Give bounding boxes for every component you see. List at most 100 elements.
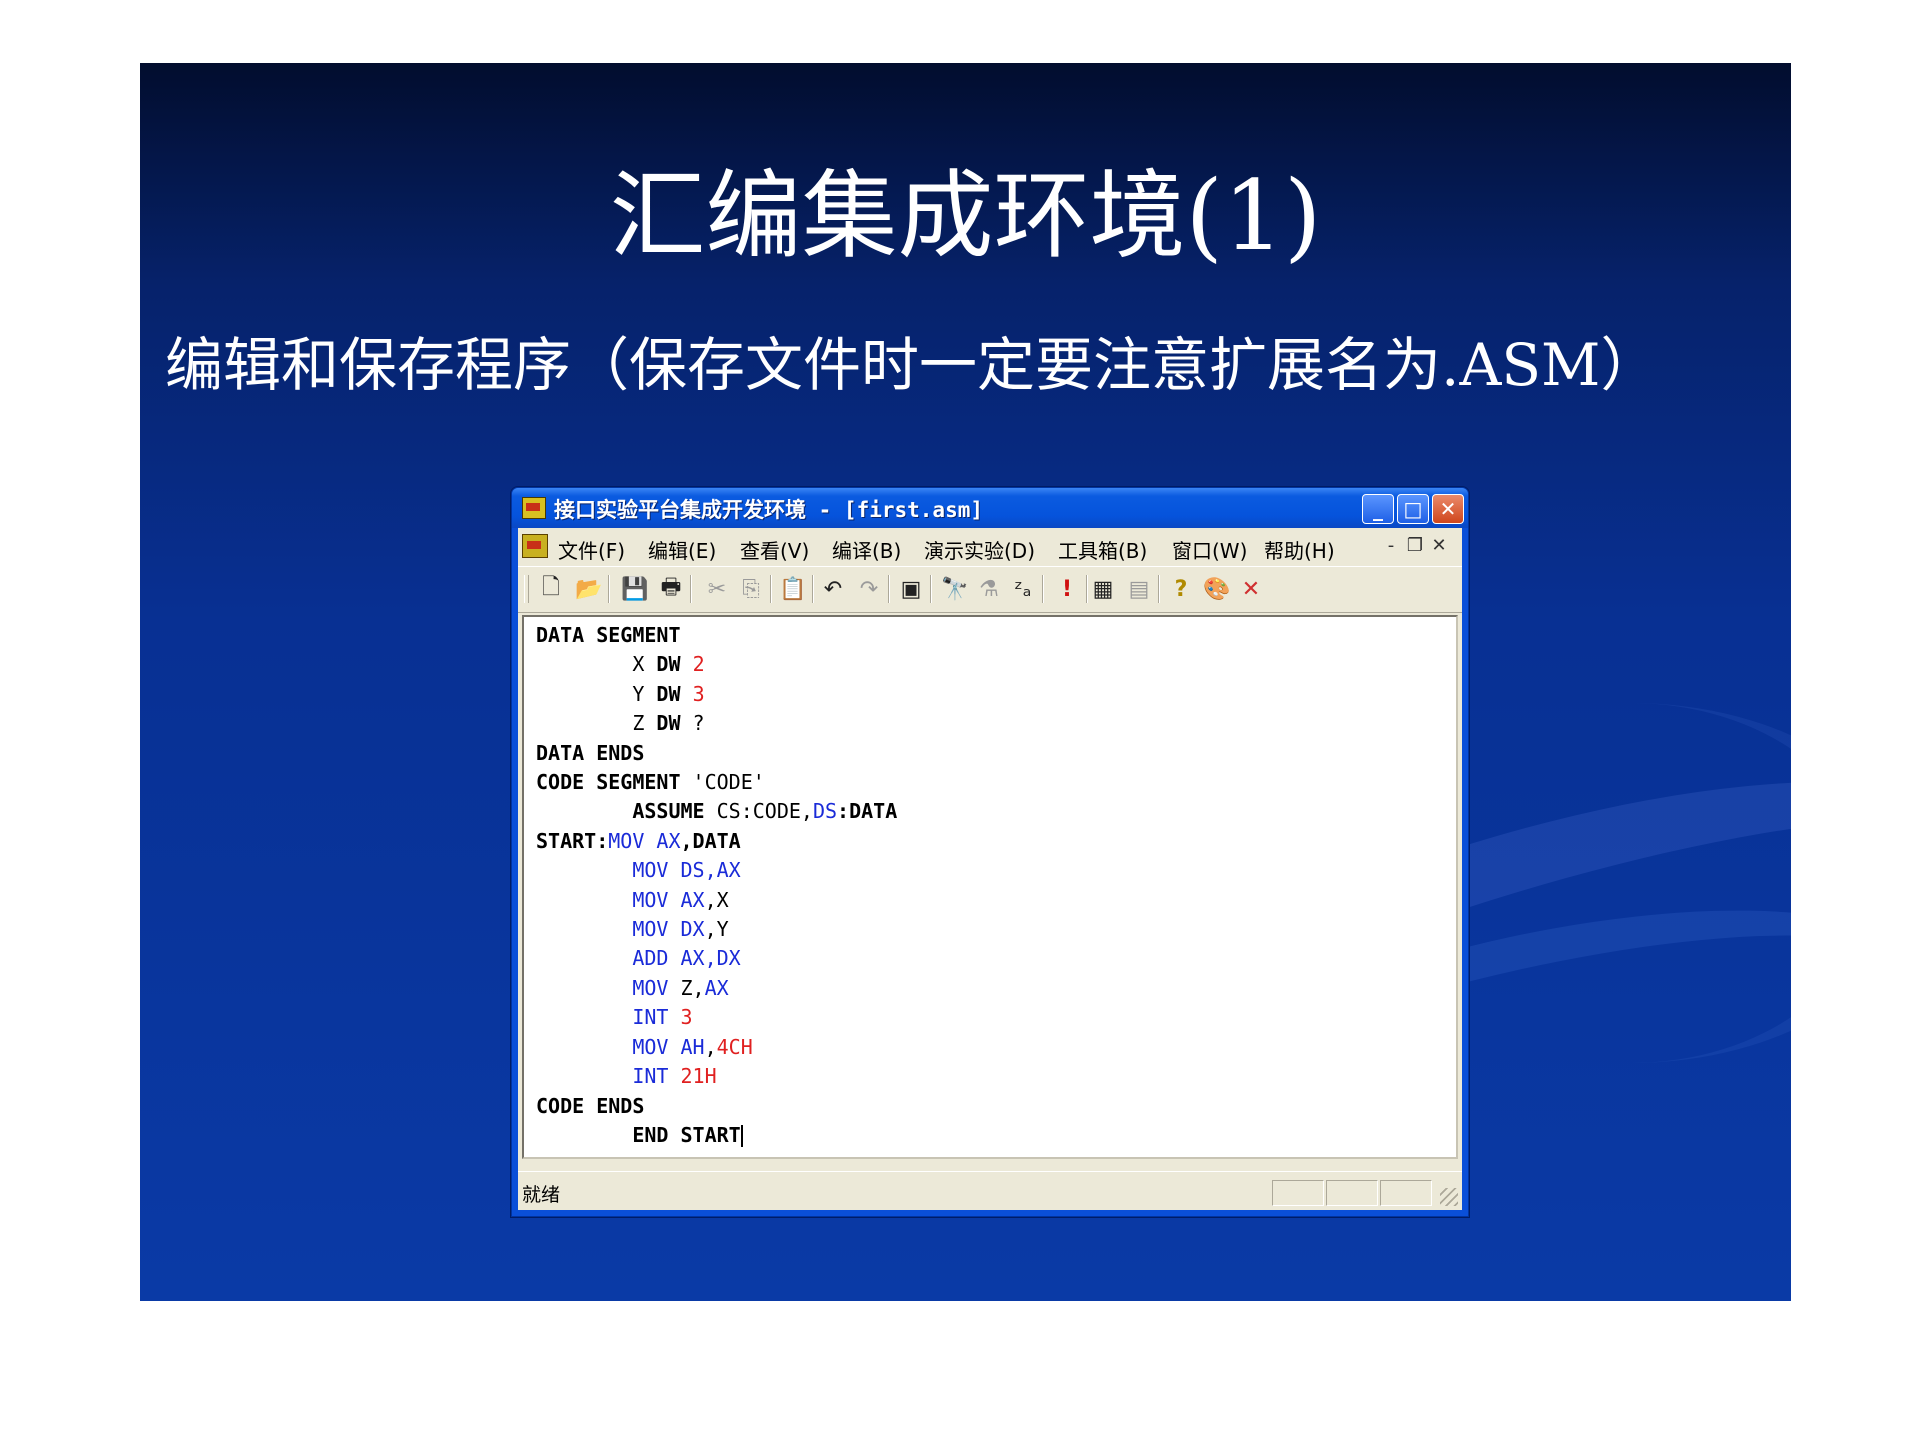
code-token: ? xyxy=(680,711,705,736)
code-token: INT xyxy=(632,1005,669,1030)
code-line[interactable]: ADD AX,DX xyxy=(536,944,897,973)
code-token: CS:CODE, xyxy=(704,799,813,824)
code-line[interactable]: START:MOV AX,DATA xyxy=(536,827,897,856)
close-x-icon[interactable]: ✕ xyxy=(1236,575,1266,603)
color-palette-icon[interactable]: 🎨 xyxy=(1202,575,1232,603)
toolbar-grip[interactable] xyxy=(524,575,529,603)
app-icon[interactable] xyxy=(522,497,546,519)
maximize-button[interactable]: □ xyxy=(1397,494,1429,524)
menu-view[interactable]: 查看(V) xyxy=(740,535,809,564)
close-button[interactable]: ✕ xyxy=(1432,494,1464,524)
code-token: 'CODE' xyxy=(692,770,765,795)
toolbar-separator xyxy=(690,575,692,603)
mdi-minimize-button[interactable]: - xyxy=(1380,535,1402,557)
code-line[interactable]: MOV Z,AX xyxy=(536,974,897,1003)
code-token: INT xyxy=(632,1064,669,1089)
code-token: DATA ENDS xyxy=(536,740,645,765)
status-panel xyxy=(1326,1180,1378,1206)
code-token: ,Y xyxy=(704,917,729,942)
code-line[interactable]: ASSUME CS:CODE,DS:DATA xyxy=(536,797,897,826)
status-panel xyxy=(1272,1180,1324,1206)
code-line[interactable]: DATA SEGMENT xyxy=(536,621,897,650)
open-folder-icon[interactable]: 📂 xyxy=(574,575,604,603)
replace-icon[interactable]: ⚗ xyxy=(974,575,1004,603)
new-file-icon[interactable]: 🗋 xyxy=(536,575,566,603)
menu-edit[interactable]: 编辑(E) xyxy=(648,535,716,564)
redo-icon[interactable]: ↷ xyxy=(854,575,884,603)
code-line[interactable]: X DW 2 xyxy=(536,650,897,679)
code-token: MOV AX xyxy=(632,887,705,912)
code-line[interactable]: MOV DX,Y xyxy=(536,915,897,944)
code-line[interactable]: Y DW 3 xyxy=(536,680,897,709)
menu-window[interactable]: 窗口(W) xyxy=(1172,535,1247,564)
code-token: DW xyxy=(656,652,681,677)
code-token: ,X xyxy=(704,887,729,912)
print-icon[interactable]: 🖶 xyxy=(656,575,686,603)
toolbar-separator xyxy=(608,575,610,603)
menu-toolbox[interactable]: 工具箱(B) xyxy=(1058,535,1147,564)
run-exclamation-icon[interactable]: ! xyxy=(1052,575,1082,603)
code-token: 21H xyxy=(680,1064,717,1089)
code-line[interactable]: CODE SEGMENT 'CODE' xyxy=(536,768,897,797)
help-icon[interactable]: ? xyxy=(1166,575,1196,603)
copy-icon[interactable]: ⎘ xyxy=(736,575,766,603)
mdi-close-button[interactable]: ✕ xyxy=(1428,535,1450,557)
status-panel xyxy=(1380,1180,1432,1206)
code-line[interactable]: MOV AH,4CH xyxy=(536,1033,897,1062)
text-caret xyxy=(740,1125,743,1148)
code-line[interactable]: CODE ENDS xyxy=(536,1092,897,1121)
find-binoculars-icon[interactable]: 🔭 xyxy=(940,575,970,603)
ide-window: 接口实验平台集成开发环境 - [first.asm] _ □ ✕ 文件(F) 编… xyxy=(511,487,1469,1217)
code-editor[interactable]: DATA SEGMENT X DW 2 Y DW 3 Z DW ? DATA EN… xyxy=(522,615,1458,1159)
window-titlebar[interactable]: 接口实验平台集成开发环境 - [first.asm] _ □ ✕ xyxy=(512,488,1468,528)
code-line[interactable]: MOV AX,X xyxy=(536,886,897,915)
code-token: CODE SEGMENT xyxy=(536,770,693,795)
save-icon[interactable]: 💾 xyxy=(620,575,650,603)
document-icon[interactable] xyxy=(522,534,548,558)
code-line[interactable]: INT 3 xyxy=(536,1003,897,1032)
sort-az-icon[interactable]: ᶻₐ xyxy=(1008,575,1038,603)
window-client: 文件(F) 编辑(E) 查看(V) 编译(B) 演示实验(D) 工具箱(B) 窗… xyxy=(518,528,1462,1210)
toolbar-separator xyxy=(1158,575,1160,603)
code-line[interactable]: INT 21H xyxy=(536,1062,897,1091)
cut-icon[interactable]: ✂ xyxy=(702,575,732,603)
slide-title: 汇编集成环境(1) xyxy=(609,160,1322,272)
code-token: ADD AX,DX xyxy=(632,946,741,971)
code-line[interactable]: END START xyxy=(536,1121,897,1150)
menu-help[interactable]: 帮助(H) xyxy=(1264,535,1335,564)
code-line[interactable]: Z DW ? xyxy=(536,709,897,738)
minimize-button[interactable]: _ xyxy=(1362,494,1394,524)
menu-demo[interactable]: 演示实验(D) xyxy=(924,535,1035,564)
code-token: AX xyxy=(704,975,729,1000)
toolbar-separator xyxy=(1086,575,1088,603)
toolbar: 🗋 📂 💾 🖶 ✂ ⎘ 📋 ↶ ↷ ▣ 🔭 ⚗ ᶻₐ! ▦ ▤? 🎨 ✕ xyxy=(518,566,1462,613)
code-line[interactable]: MOV DS,AX xyxy=(536,856,897,885)
code-text[interactable]: DATA SEGMENT X DW 2 Y DW 3 Z DW ? DATA EN… xyxy=(536,621,897,1150)
resize-grip[interactable] xyxy=(1440,1188,1458,1206)
code-token: CODE ENDS xyxy=(536,1093,645,1118)
edit-window-icon[interactable]: ▣ xyxy=(896,575,926,603)
paste-icon[interactable]: 📋 xyxy=(778,575,808,603)
menu-file[interactable]: 文件(F) xyxy=(558,535,625,564)
list-icon[interactable]: ▤ xyxy=(1124,575,1154,603)
code-line[interactable]: DATA ENDS xyxy=(536,739,897,768)
toolbar-separator xyxy=(1042,575,1044,603)
code-token: 2 xyxy=(692,652,705,677)
debug-memory-icon[interactable]: ▦ xyxy=(1088,575,1118,603)
code-token: DATA SEGMENT xyxy=(536,623,681,647)
undo-icon[interactable]: ↶ xyxy=(818,575,848,603)
menu-build[interactable]: 编译(B) xyxy=(832,535,901,564)
slide-background: 汇编集成环境(1) 编辑和保存程序（保存文件时一定要注意扩展名为.ASM） 接口… xyxy=(140,63,1791,1301)
mdi-restore-button[interactable]: ❐ xyxy=(1404,535,1426,557)
code-token: Z, xyxy=(668,975,705,1000)
